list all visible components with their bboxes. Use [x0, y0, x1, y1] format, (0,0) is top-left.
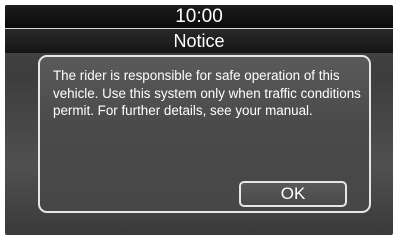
title-bar: Notice [5, 29, 393, 53]
screen: 10:00 Notice The rider is responsible fo… [0, 0, 398, 240]
ok-button[interactable]: OK [239, 181, 347, 207]
dialog-title: Notice [173, 31, 225, 51]
display-panel: 10:00 Notice The rider is responsible fo… [5, 5, 393, 235]
clock: 10:00 [175, 6, 223, 27]
status-bar: 10:00 [5, 5, 393, 28]
notice-dialog: The rider is responsible for safe operat… [38, 55, 371, 213]
notice-message: The rider is responsible for safe operat… [53, 68, 361, 118]
